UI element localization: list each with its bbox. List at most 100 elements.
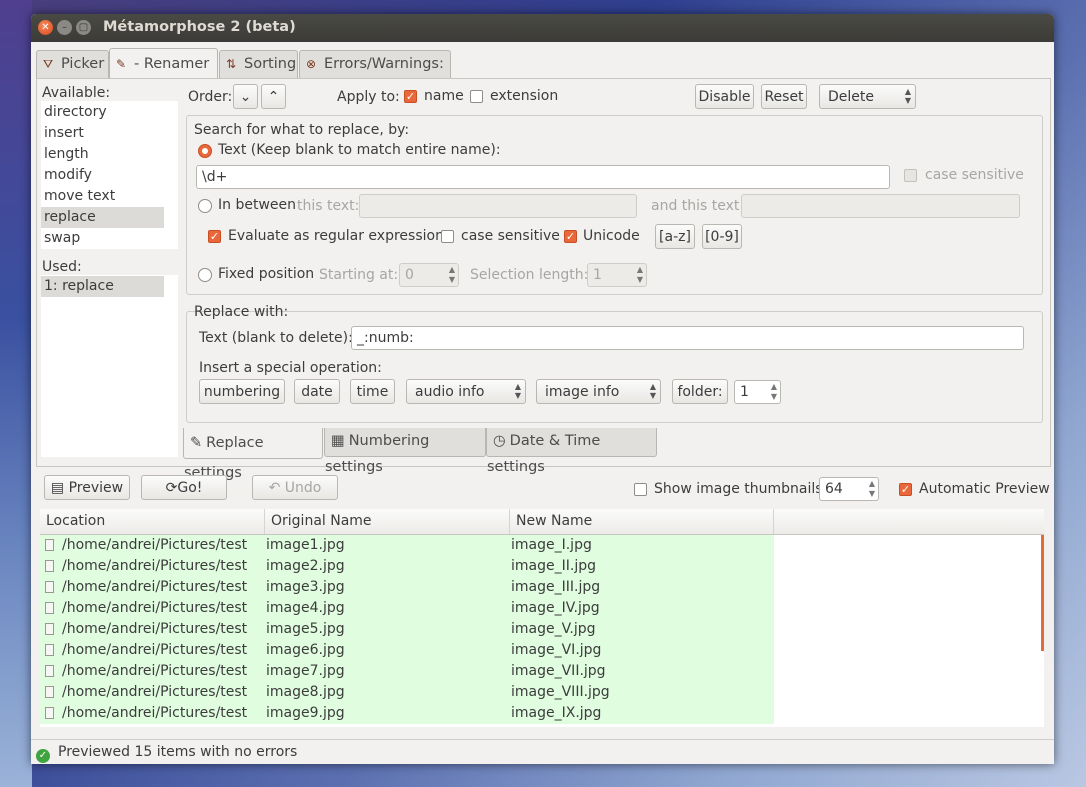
table-row[interactable]: /home/andrei/Pictures/test image6.jpg imag… — [40, 640, 774, 661]
cell-original-name: image7.jpg — [266, 663, 345, 679]
selection-length-label: Selection length: — [470, 267, 589, 283]
file-icon — [45, 602, 54, 614]
table-row[interactable]: /home/andrei/Pictures/test image9.jpg imag… — [40, 703, 774, 724]
text-radio[interactable] — [198, 144, 212, 158]
subtab-datetime-settings[interactable]: ◷ Date & Time settings — [486, 428, 657, 475]
fixed-position-radio[interactable] — [198, 268, 212, 282]
file-icon — [45, 644, 54, 656]
selection-length-spinner[interactable]: 1 ▲ ▼ — [587, 263, 647, 287]
search-legend: Search for what to replace, by: — [194, 122, 410, 138]
available-item[interactable]: move text — [41, 186, 164, 207]
available-label: Available: — [42, 85, 111, 101]
unicode-checkbox[interactable]: ✓ — [564, 230, 577, 243]
maximize-icon[interactable]: ▢ — [76, 20, 91, 35]
available-item[interactable]: swap — [41, 228, 164, 249]
close-icon[interactable]: ✕ — [38, 20, 53, 35]
col-new-name[interactable]: New Name — [510, 509, 774, 534]
replace-legend: Replace with: — [194, 304, 289, 320]
cell-original-name: image1.jpg — [266, 537, 345, 553]
image-info-combo[interactable]: image info ▲ ▼ — [536, 379, 661, 404]
tab-picker[interactable]: ⛛ Picker — [36, 50, 109, 79]
apply-extension-label: extension — [490, 88, 559, 104]
available-item[interactable]: insert — [41, 123, 164, 144]
cell-original-name: image9.jpg — [266, 705, 345, 721]
in-between-radio[interactable] — [198, 199, 212, 213]
used-item[interactable]: 1: replace — [41, 276, 164, 297]
folder-button[interactable]: folder: — [672, 379, 728, 404]
search-text-input[interactable]: \d+ — [196, 165, 890, 189]
apply-name-checkbox[interactable]: ✓ — [404, 90, 417, 103]
cell-location: /home/andrei/Pictures/test — [62, 705, 248, 721]
table-row[interactable]: /home/andrei/Pictures/test image2.jpg imag… — [40, 556, 774, 577]
tab-sorting[interactable]: ⇅ Sorting — [219, 50, 298, 79]
audio-info-combo[interactable]: audio info ▲ ▼ — [406, 379, 526, 404]
status-text: Previewed 15 items with no errors — [58, 744, 298, 760]
subtab-replace-settings[interactable]: ✎ Replace settings — [183, 428, 323, 481]
go-button[interactable]: ⟳Go! — [141, 475, 227, 500]
table-row[interactable]: /home/andrei/Pictures/test image8.jpg imag… — [40, 682, 774, 703]
cell-location: /home/andrei/Pictures/test — [62, 558, 248, 574]
error-icon: ⊗ — [306, 57, 317, 71]
case-sensitive-checkbox[interactable] — [904, 169, 917, 182]
digits-button[interactable]: [0-9] — [702, 224, 742, 249]
case-sensitive2-label: case sensitive — [461, 228, 560, 244]
sorting-icon: ⇅ — [226, 57, 237, 71]
case-sensitive2-checkbox[interactable] — [441, 230, 454, 243]
apply-name-label: name — [424, 88, 464, 104]
renamer-icon: ✎ — [116, 57, 127, 71]
auto-preview-checkbox[interactable]: ✓ — [899, 483, 912, 496]
reset-button[interactable]: Reset — [761, 84, 807, 109]
folder-spinner[interactable]: 1 ▲ ▼ — [734, 380, 781, 404]
time-button[interactable]: time — [350, 379, 395, 404]
cell-new-name: image_I.jpg — [511, 537, 592, 553]
available-item[interactable]: length — [41, 144, 164, 165]
col-location[interactable]: Location — [40, 509, 265, 534]
available-list: directory insert length modify move text… — [41, 101, 178, 249]
tab-renamer[interactable]: ✎- Renamer - — [109, 48, 218, 102]
minimize-icon[interactable]: – — [57, 20, 72, 35]
this-text-input[interactable] — [359, 194, 637, 218]
available-item-selected[interactable]: replace — [41, 207, 164, 228]
app-window: ✕ – ▢ Métamorphose 2 (beta) ⛛ Picker ✎ - R… — [31, 14, 1054, 764]
available-item[interactable]: modify — [41, 165, 164, 186]
table-row[interactable]: /home/andrei/Pictures/test image5.jpg imag… — [40, 619, 774, 640]
undo-button[interactable]: ↶ Undo — [252, 475, 338, 500]
numbering-button[interactable]: numbering — [199, 379, 285, 404]
special-op-label: Insert a special operation: — [199, 360, 382, 376]
table-row[interactable]: /home/andrei/Pictures/test image3.jpg imag… — [40, 577, 774, 598]
spin-arrows-icon: ▲ ▼ — [904, 87, 911, 105]
order-up-button[interactable]: ⌃ — [261, 84, 286, 109]
az-button[interactable]: [a-z] — [655, 224, 695, 249]
tab-errors[interactable]: ⊗Errors/Warnings: 0 — [299, 50, 451, 99]
title-bar: ✕ – ▢ Métamorphose 2 (beta) — [31, 14, 1054, 42]
available-item[interactable]: directory — [41, 102, 164, 123]
disable-button[interactable]: Disable — [695, 84, 754, 109]
table-row[interactable]: /home/andrei/Pictures/test image7.jpg imag… — [40, 661, 774, 682]
apply-to-label: Apply to: — [337, 89, 400, 105]
table-row[interactable]: /home/andrei/Pictures/test image1.jpg imag… — [40, 535, 774, 556]
scrollbar-indicator[interactable] — [1041, 535, 1044, 651]
date-button[interactable]: date — [294, 379, 340, 404]
thumbnails-checkbox[interactable] — [634, 483, 647, 496]
replace-text-input[interactable]: _:numb: — [351, 326, 1024, 350]
subtab-numbering-settings[interactable]: ▦ Numbering settings — [324, 428, 486, 475]
regex-label: Evaluate as regular expression — [228, 228, 444, 244]
col-original-name[interactable]: Original Name — [265, 509, 510, 534]
delete-combo[interactable]: Delete ▲ ▼ — [819, 84, 916, 109]
renamer-panel: Available: directory insert length modif… — [36, 78, 1051, 481]
cell-new-name: image_IX.jpg — [511, 705, 602, 721]
starting-at-spinner[interactable]: 0 ▲ ▼ — [399, 263, 459, 287]
cell-location: /home/andrei/Pictures/test — [62, 579, 248, 595]
cell-location: /home/andrei/Pictures/test — [62, 663, 248, 679]
cell-original-name: image2.jpg — [266, 558, 345, 574]
file-icon — [45, 707, 54, 719]
regex-checkbox[interactable]: ✓ — [208, 230, 221, 243]
used-list: 1: replace — [41, 275, 178, 457]
preview-button[interactable]: ▤ Preview — [44, 475, 130, 500]
and-this-text-input[interactable] — [741, 194, 1020, 218]
order-down-button[interactable]: ⌄ — [233, 84, 258, 109]
thumbnail-size-spinner[interactable]: 64 ▲ ▼ — [819, 477, 879, 501]
table-row[interactable]: /home/andrei/Pictures/test image4.jpg imag… — [40, 598, 774, 619]
apply-extension-checkbox[interactable] — [470, 90, 483, 103]
replace-text-label: Text (blank to delete): — [199, 330, 353, 346]
